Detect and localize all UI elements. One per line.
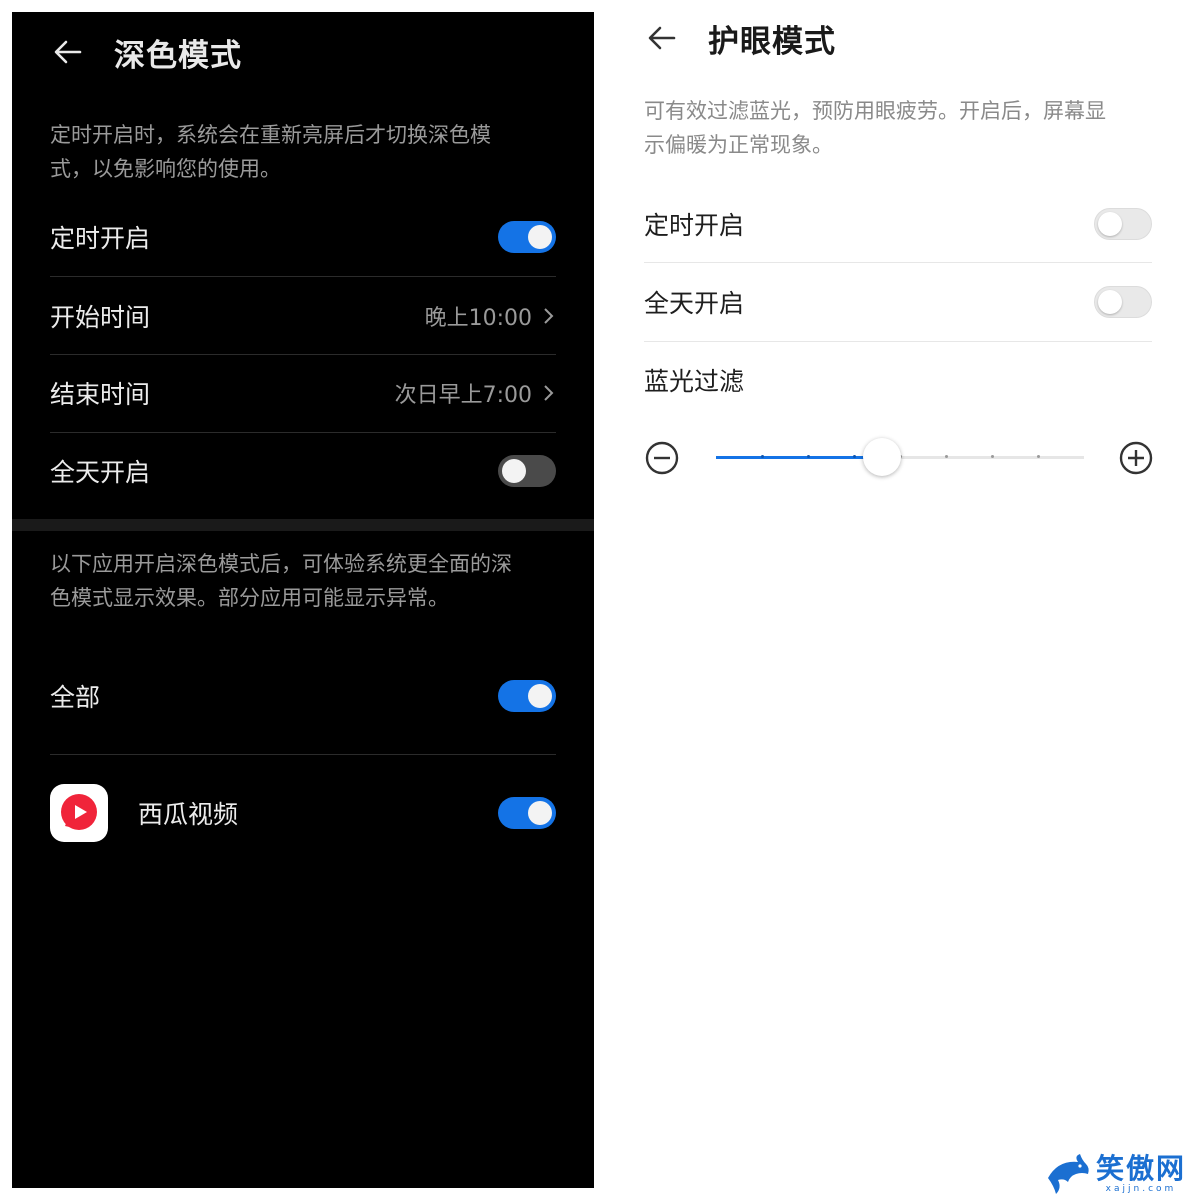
dark-mode-header: 深色模式 [50, 30, 242, 74]
slider-tick [853, 455, 856, 458]
slider-track[interactable] [716, 438, 1084, 476]
schedule-toggle[interactable] [1094, 208, 1152, 240]
section-separator [12, 519, 594, 531]
description-line: 定时开启时，系统会在重新亮屏后才切换深色模 [50, 123, 491, 147]
description-line: 式，以免影响您的使用。 [50, 157, 281, 181]
back-arrow-icon[interactable] [50, 34, 86, 70]
toggle-knob [502, 459, 526, 483]
page-title: 护眼模式 [708, 23, 836, 60]
description-line: 示偏暖为正常现象。 [644, 133, 833, 157]
toggle-knob [1098, 212, 1122, 236]
chevron-right-icon [544, 385, 554, 401]
start-time-label: 开始时间 [50, 303, 151, 332]
slider-tick [991, 455, 994, 458]
schedule-label: 定时开启 [50, 224, 151, 253]
divider [50, 754, 556, 755]
eye-comfort-header: 护眼模式 [644, 16, 836, 60]
app-info: 西瓜视频 [50, 784, 238, 842]
minus-circle-icon[interactable] [644, 440, 680, 476]
all-day-toggle[interactable] [498, 455, 556, 487]
end-time-value-wrap: 次日早上7:00 [395, 377, 556, 409]
slider-tick [945, 455, 948, 458]
watermark: 笑傲网 xajjn.com [1044, 1152, 1186, 1196]
watermark-text: 笑傲网 xajjn.com [1095, 1152, 1186, 1195]
watermark-title: 笑傲网 [1095, 1152, 1186, 1185]
schedule-row[interactable]: 定时开启 [644, 185, 1152, 263]
xigua-video-toggle[interactable] [498, 797, 556, 829]
all-day-toggle[interactable] [1094, 286, 1152, 318]
all-apps-toggle[interactable] [498, 680, 556, 712]
schedule-toggle[interactable] [498, 221, 556, 253]
slider-tick [1037, 455, 1040, 458]
start-time-row[interactable]: 开始时间 晚上10:00 [50, 277, 556, 355]
all-day-row[interactable]: 全天开启 [644, 263, 1152, 341]
toggle-knob [1098, 290, 1122, 314]
end-time-row[interactable]: 结束时间 次日早上7:00 [50, 354, 556, 432]
all-day-label: 全天开启 [50, 458, 151, 487]
slider-thumb[interactable] [862, 438, 901, 476]
blue-filter-label: 蓝光过滤 [644, 367, 745, 396]
all-apps-label: 全部 [50, 683, 101, 712]
slider-tick [761, 455, 764, 458]
description-line: 可有效过滤蓝光，预防用眼疲劳。开启后，屏幕显 [644, 99, 1106, 123]
schedule-label: 定时开启 [644, 211, 745, 240]
slider-tick [807, 455, 810, 458]
toggle-knob [528, 684, 552, 708]
page-title: 深色模式 [114, 37, 242, 74]
start-time-value-wrap: 晚上10:00 [425, 300, 556, 332]
eye-comfort-screen: 护眼模式 可有效过滤蓝光，预防用眼疲劳。开启后，屏幕显 示偏暖为正常现象。 定时… [606, 0, 1200, 1200]
apps-description: 以下应用开启深色模式后，可体验系统更全面的深 色模式显示效果。部分应用可能显示异… [50, 547, 570, 615]
watermark-url: xajjn.com [1105, 1184, 1177, 1194]
start-time-value: 晚上10:00 [424, 306, 532, 331]
all-day-label: 全天开启 [644, 289, 745, 318]
eye-comfort-description: 可有效过滤蓝光，预防用眼疲劳。开启后，屏幕显 示偏暖为正常现象。 [644, 94, 1164, 162]
back-arrow-icon[interactable] [644, 20, 680, 56]
toggle-knob [528, 801, 552, 825]
blue-filter-row: 蓝光过滤 [644, 341, 1152, 419]
app-row-xigua[interactable]: 西瓜视频 [50, 770, 556, 856]
plus-circle-icon[interactable] [1118, 440, 1154, 476]
schedule-row[interactable]: 定时开启 [50, 198, 556, 276]
toggle-knob [528, 225, 552, 249]
blue-filter-slider[interactable] [644, 434, 1154, 482]
shark-logo-icon [1047, 1154, 1089, 1194]
chevron-right-icon [544, 308, 554, 324]
xigua-video-icon [50, 784, 108, 842]
all-day-row[interactable]: 全天开启 [50, 432, 556, 510]
dark-mode-screen: 深色模式 定时开启时，系统会在重新亮屏后才切换深色模 式，以免影响您的使用。 定… [12, 12, 594, 1188]
schedule-description: 定时开启时，系统会在重新亮屏后才切换深色模 式，以免影响您的使用。 [50, 118, 570, 186]
slider-fill [716, 456, 882, 459]
all-apps-row[interactable]: 全部 [50, 657, 556, 735]
end-time-value: 次日早上7:00 [394, 383, 532, 408]
end-time-label: 结束时间 [50, 380, 151, 409]
description-line: 色模式显示效果。部分应用可能显示异常。 [50, 586, 449, 610]
description-line: 以下应用开启深色模式后，可体验系统更全面的深 [50, 552, 512, 576]
app-name: 西瓜视频 [138, 800, 239, 829]
